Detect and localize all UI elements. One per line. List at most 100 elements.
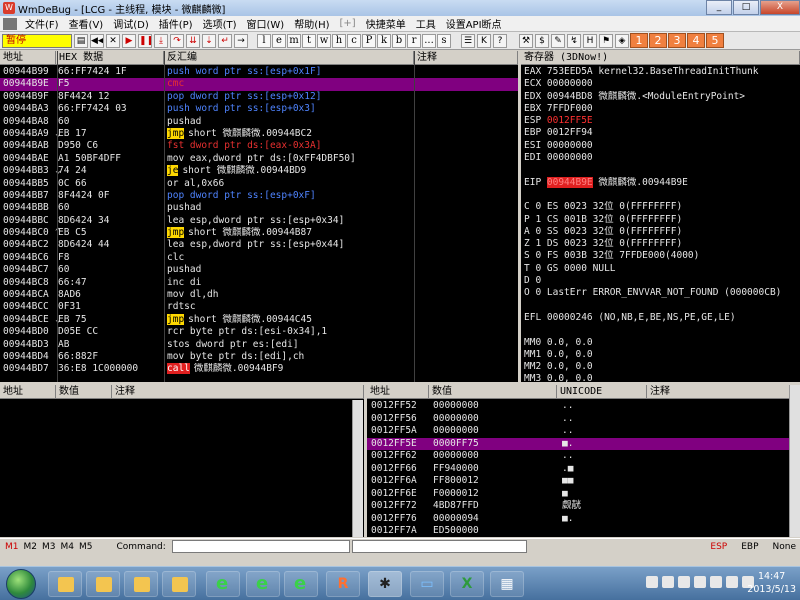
tray-qq-icon[interactable] [678, 576, 690, 588]
register-row[interactable]: P 1 CS 001B 32位 0(FFFFFFFF) [521, 214, 800, 226]
disasm-row[interactable]: 00944B9E F5 cmc [0, 78, 518, 91]
register-row[interactable]: MM0 0.0, 0.0 [521, 337, 800, 349]
menu-view[interactable]: 查看(V) [64, 16, 109, 31]
plugin-icon-6[interactable]: ◈ [615, 33, 629, 48]
stack-col-unicode[interactable]: UNICODE [557, 385, 647, 399]
disasm-row[interactable]: 00944BA9⌄EB 17jmpshort 微麒麟微.00944BC2 [0, 127, 518, 140]
quick-tab-2-button[interactable]: 2 [649, 33, 667, 48]
disasm-row[interactable]: 00944BAE A1 50BF4DFF mov eax,dword ptr ds:… [0, 153, 518, 165]
excel-icon[interactable]: X [450, 571, 484, 597]
app-r-icon[interactable]: R [326, 571, 360, 597]
browser-icon[interactable] [206, 571, 240, 597]
register-row[interactable]: ESP 0012FF5E [521, 115, 800, 127]
disasm-row[interactable]: 00944BB5 0C 66 or al,0x66 [0, 178, 518, 190]
registers-pane[interactable]: 寄存器 (3DNow!) EAX 753EED5A kernel32.BaseT… [521, 51, 800, 382]
disasm-row[interactable]: 00944BD0 D05E CC rcr byte ptr ds:[esi-0x34… [0, 326, 518, 338]
references-button[interactable]: r [407, 33, 421, 48]
stack-row[interactable]: 0012FF5E 0000FF75 ■. [367, 437, 800, 450]
menu-window[interactable]: 窗口(W) [242, 16, 290, 31]
plugin-icon-5[interactable]: ⚑ [599, 33, 613, 48]
register-row[interactable]: MM1 0.0, 0.0 [521, 349, 800, 361]
register-row[interactable]: T 0 GS 0000 NULL [521, 263, 800, 275]
memory-tab-m4[interactable]: M4 [61, 542, 75, 552]
register-row[interactable]: C 0 ES 0023 32位 0(FFFFFFFF) [521, 201, 800, 213]
menu-expand[interactable]: [+] [335, 18, 361, 29]
memory-tab-m1[interactable]: M1 [5, 542, 19, 552]
folder-icon[interactable] [162, 571, 196, 597]
stack-row[interactable]: 0012FF62 00000000.. [367, 450, 800, 463]
memory-tab-m5[interactable]: M5 [79, 542, 93, 552]
run-trace-button[interactable]: ... [422, 33, 436, 48]
stack-row[interactable]: 0012FF5A 00000000.. [367, 425, 800, 438]
dump-col-value[interactable]: 数值 [56, 385, 112, 399]
register-row[interactable]: S 0 FS 003B 32位 7FFDE000(4000) [521, 250, 800, 262]
close-button[interactable]: X [760, 0, 800, 15]
disasm-row[interactable]: 00944B99 66:FF7424 1F push word ptr ss:[es… [0, 66, 518, 78]
trace-over-icon[interactable]: ⇣ [202, 33, 216, 48]
register-row[interactable]: ESI 00000000 [521, 140, 800, 152]
quick-tab-5-button[interactable]: 5 [706, 33, 724, 48]
step-over-icon[interactable]: ↷ [170, 33, 184, 48]
stack-follow-ebp[interactable]: EBP [741, 542, 758, 552]
command-history-select[interactable] [351, 540, 527, 553]
stack-col-address[interactable]: 地址 [367, 385, 429, 399]
register-row[interactable]: EAX 753EED5A kernel32.BaseThreadInitThun… [521, 66, 800, 78]
disasm-row[interactable]: 00944BD7 36:E8 1C000000 call 微麒麟微.00944BF9 [0, 363, 518, 375]
menu-set-api-breakpoint[interactable]: 设置API断点 [441, 16, 507, 31]
register-row[interactable]: EBX 7FFDF000 [521, 103, 800, 115]
stack-row[interactable]: 0012FF7A ED500000 [367, 525, 800, 537]
disasm-row[interactable]: 00944BA8 60 pushad [0, 116, 518, 128]
notepad-icon[interactable]: ▭ [410, 571, 444, 597]
register-row[interactable] [521, 164, 800, 176]
disasm-row[interactable]: 00944BD3 AB stos dword ptr es:[edi] [0, 339, 518, 351]
minimize-button[interactable]: _ [706, 0, 732, 15]
execute-till-return-icon[interactable]: ↵ [218, 33, 232, 48]
disasm-row[interactable]: 00944BBB 60 pushad [0, 202, 518, 214]
list-icon[interactable]: ☰ [461, 33, 475, 48]
register-row[interactable] [521, 189, 800, 201]
folder-icon[interactable] [124, 571, 158, 597]
disassembly-pane[interactable]: 地址 HEX 数据 反汇编 注释 00944B99 66:FF7424 1F pus… [0, 51, 518, 382]
stack-row[interactable]: 0012FF52 00000000.. [367, 400, 800, 413]
dump-pane[interactable]: 地址 数值 注释 [0, 385, 364, 537]
quick-tab-3-button[interactable]: 3 [668, 33, 686, 48]
browser-icon[interactable] [246, 571, 280, 597]
menu-debug[interactable]: 调试(D) [108, 16, 154, 31]
disasm-row[interactable]: 00944BC6 F8 clc [0, 252, 518, 264]
register-row[interactable]: EBP 0012FF94 [521, 127, 800, 139]
tray-flag-icon[interactable] [710, 576, 722, 588]
debugger-icon[interactable]: ✱ [368, 571, 402, 597]
stack-col-value[interactable]: 数值 [429, 385, 557, 399]
stack-row[interactable]: 0012FF6A FF800012 ■■ [367, 475, 800, 488]
help-icon[interactable]: ? [493, 33, 507, 48]
registers-title[interactable]: 寄存器 (3DNow!) [521, 51, 800, 65]
handles-button[interactable]: h [332, 33, 346, 48]
col-disassembly[interactable]: 反汇编 [164, 51, 414, 65]
dump-scrollbar[interactable] [352, 400, 363, 537]
col-hex[interactable]: HEX 数据 [56, 51, 164, 65]
register-row[interactable] [521, 300, 800, 312]
stack-follow-none[interactable]: None [773, 542, 796, 552]
disasm-row[interactable]: 00944BB3⌄74 24jeshort 微麒麟微.00944BD9 [0, 165, 518, 177]
threads-button[interactable]: t [302, 33, 316, 48]
open-icon[interactable]: ▤ [74, 33, 88, 48]
menu-shortcuts[interactable]: 快捷菜单 [361, 16, 411, 31]
stack-row[interactable]: 0012FF76 00000094 ■. [367, 513, 800, 526]
plugin-icon-1[interactable]: ⚒ [519, 33, 533, 48]
folder-icon[interactable] [86, 571, 120, 597]
disasm-row[interactable]: 00944BA3 66:FF7424 03 push word ptr ss:[es… [0, 103, 518, 115]
register-row[interactable]: EIP 00944B9E 微麒麟微.00944B9E [521, 176, 800, 189]
register-row[interactable]: MM2 0.0, 0.0 [521, 361, 800, 373]
trace-into-icon[interactable]: ⇊ [186, 33, 200, 48]
tray-qq-icon[interactable] [646, 576, 658, 588]
start-button[interactable] [6, 569, 36, 599]
register-row[interactable]: O 0 LastErr ERROR_ENVVAR_NOT_FOUND (0000… [521, 287, 800, 299]
disasm-row[interactable]: 00944BC0^EB C5jmpshort 微麒麟微.00944B87 [0, 227, 518, 239]
plugin-icon-4[interactable]: ↯ [567, 33, 581, 48]
register-row[interactable] [521, 324, 800, 336]
tray-bulb-icon[interactable] [726, 576, 738, 588]
stack-row[interactable]: 0012FF66 FF940000 .■ [367, 463, 800, 476]
register-row[interactable]: EDX 00944BD8 微麒麟微.<ModuleEntryPoint> [521, 91, 800, 103]
command-input[interactable] [171, 540, 350, 553]
goto-icon[interactable]: → [234, 33, 248, 48]
